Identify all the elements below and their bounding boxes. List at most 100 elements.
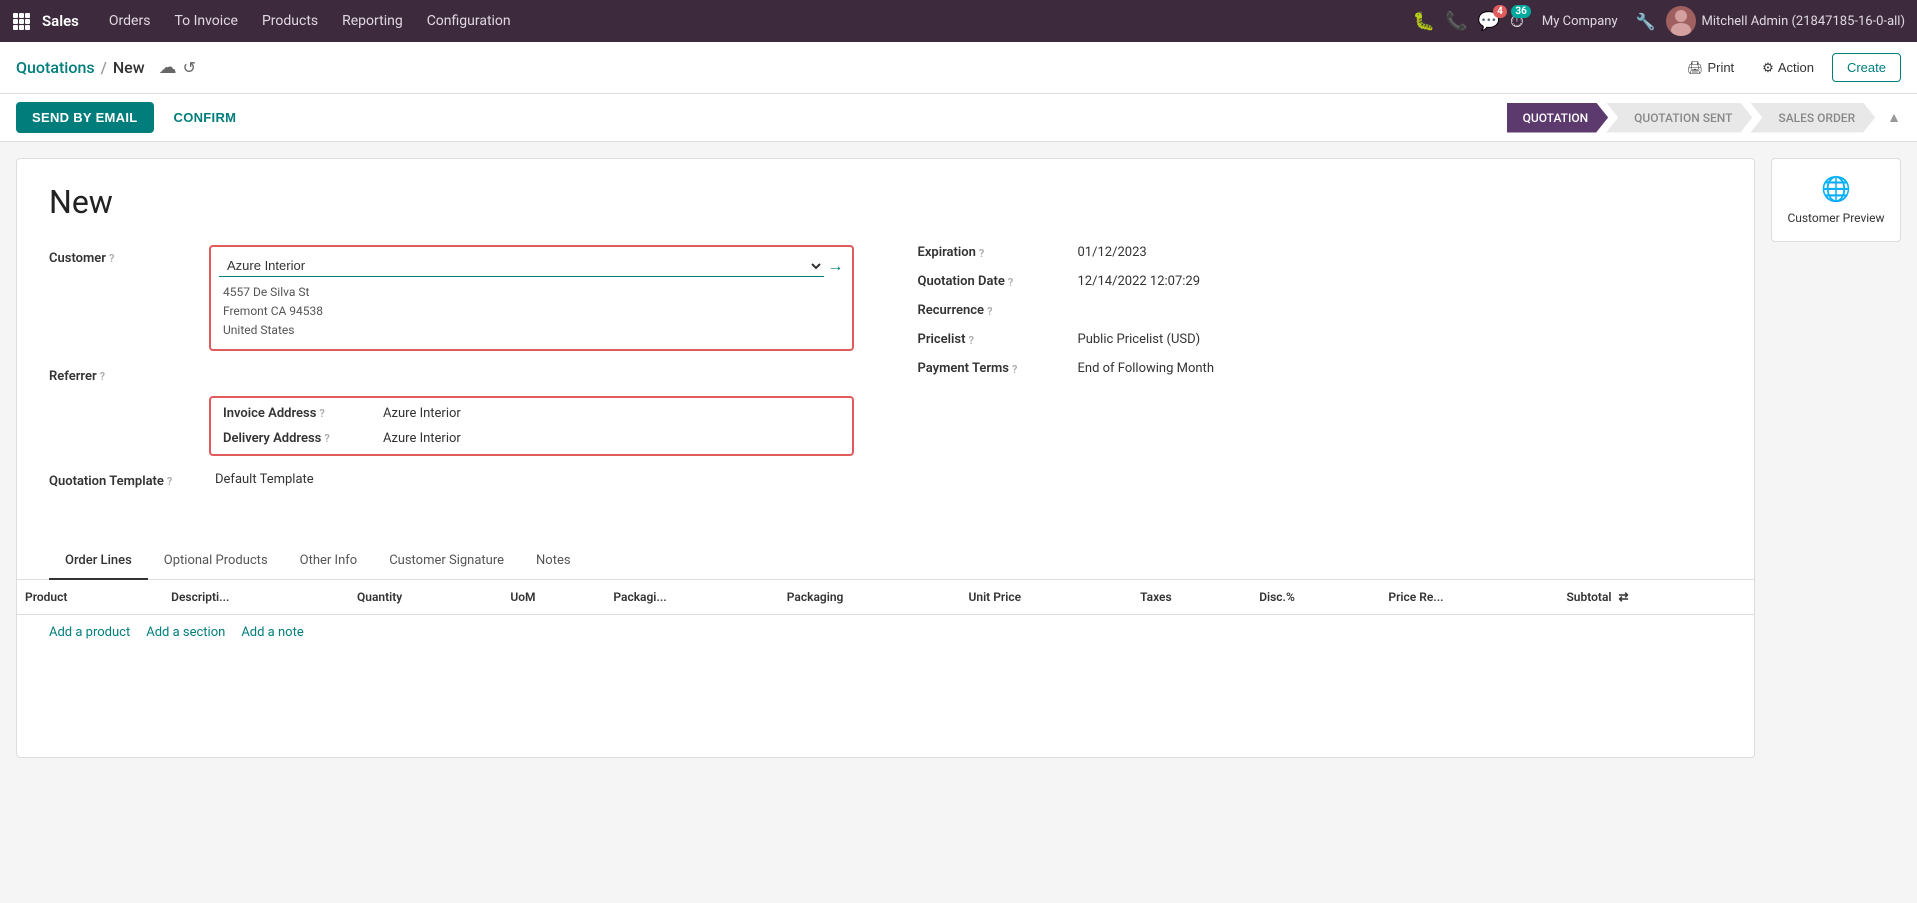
template-help-icon[interactable]: ? — [167, 475, 172, 488]
upload-icon[interactable]: ☁ — [159, 57, 177, 78]
payment-terms-help-icon[interactable]: ? — [1012, 363, 1017, 376]
user-menu[interactable]: Mitchell Admin (21847185-16-0-all) — [1666, 6, 1905, 36]
tab-optional-products[interactable]: Optional Products — [148, 543, 284, 580]
recurrence-row: Recurrence ? — [918, 303, 1723, 318]
col-packaging-qty: Packagi... — [605, 580, 778, 615]
pricelist-label: Pricelist ? — [918, 332, 1078, 347]
confirm-button[interactable]: CONFIRM — [162, 102, 249, 133]
expiration-value: 01/12/2023 — [1078, 245, 1147, 260]
nav-reporting[interactable]: Reporting — [332, 9, 413, 33]
col-packaging: Packaging — [779, 580, 961, 615]
pipeline-scroll-icon: ▲ — [1887, 109, 1901, 126]
quotation-template-label: Quotation Template ? — [49, 468, 209, 489]
main-content: New Customer ? Azure Interior → — [0, 142, 1917, 774]
recurrence-label: Recurrence ? — [918, 303, 1078, 318]
customer-label: Customer ? — [49, 245, 209, 266]
print-button[interactable]: 🖨 Print — [1677, 54, 1744, 82]
address-box: Invoice Address ? Azure Interior Deliver… — [209, 396, 854, 456]
invoice-address-row: Invoice Address ? Azure Interior — [223, 406, 840, 421]
recurrence-help-icon[interactable]: ? — [987, 305, 992, 318]
nav-configuration[interactable]: Configuration — [417, 9, 521, 33]
pricelist-value: Public Pricelist (USD) — [1078, 332, 1201, 347]
customer-select[interactable]: Azure Interior — [219, 255, 824, 277]
pricelist-row: Pricelist ? Public Pricelist (USD) — [918, 332, 1723, 347]
customer-preview-panel[interactable]: 🌐 Customer Preview — [1771, 158, 1901, 242]
breadcrumb: Quotations / New ☁ ↺ — [16, 57, 1669, 78]
globe-icon: 🌐 — [1821, 175, 1851, 203]
secondary-navbar: Quotations / New ☁ ↺ 🖨 Print ⚙ Action Cr… — [0, 42, 1917, 94]
send-email-button[interactable]: SEND BY EMAIL — [16, 102, 154, 133]
col-uom: UoM — [502, 580, 605, 615]
breadcrumb-parent[interactable]: Quotations — [16, 58, 95, 77]
chat-icon[interactable]: 💬4 — [1477, 11, 1499, 32]
customer-address: 4557 De Silva St Fremont CA 94538 United… — [219, 283, 844, 341]
invoice-address-value: Azure Interior — [383, 406, 461, 421]
referrer-help-icon[interactable]: ? — [100, 370, 105, 383]
clock-icon[interactable]: ⏱36 — [1510, 11, 1524, 32]
pipeline-step-sales-order[interactable]: SALES ORDER — [1750, 103, 1875, 133]
order-lines-table: Product Descripti... Quantity UoM Packag… — [17, 580, 1754, 615]
apps-grid-icon[interactable] — [12, 12, 30, 30]
pipeline-step-quotation[interactable]: QUOTATION — [1507, 103, 1609, 133]
customer-external-link-icon[interactable]: → — [828, 256, 844, 276]
add-product-link[interactable]: Add a product — [49, 625, 130, 640]
breadcrumb-current: New — [113, 58, 145, 77]
pipeline-step-quotation-sent[interactable]: QUOTATION SENT — [1606, 103, 1752, 133]
tab-notes[interactable]: Notes — [520, 543, 587, 580]
delivery-address-value: Azure Interior — [383, 431, 461, 446]
pricelist-help-icon[interactable]: ? — [968, 334, 973, 347]
address-label-spacer — [49, 396, 209, 456]
col-price-re: Price Re... — [1380, 580, 1558, 615]
top-navbar: Sales Orders To Invoice Products Reporti… — [0, 0, 1917, 42]
action-bar: SEND BY EMAIL CONFIRM QUOTATION QUOTATIO… — [0, 94, 1917, 142]
quotation-date-value: 12/14/2022 12:07:29 — [1078, 274, 1201, 289]
referrer-field-row: Referrer ? — [49, 363, 854, 384]
preview-label: Customer Preview — [1787, 211, 1884, 225]
col-disc: Disc.% — [1251, 580, 1380, 615]
gear-icon: ⚙ — [1762, 60, 1774, 76]
user-name: Mitchell Admin (21847185-16-0-all) — [1702, 14, 1905, 29]
add-note-link[interactable]: Add a note — [241, 625, 303, 640]
user-avatar — [1666, 6, 1696, 36]
payment-terms-row: Payment Terms ? End of Following Month — [918, 361, 1723, 376]
tab-order-lines[interactable]: Order Lines — [49, 543, 148, 580]
app-name[interactable]: Sales — [42, 12, 79, 30]
customer-field-row: Customer ? Azure Interior → 4557 De Silv… — [49, 245, 854, 351]
chat-badge: 4 — [1493, 5, 1507, 18]
bug-icon[interactable]: 🐛 — [1413, 11, 1435, 32]
tab-other-info[interactable]: Other Info — [284, 543, 374, 580]
referrer-value — [209, 363, 854, 371]
form-right: Expiration ? 01/12/2023 Quotation Date ?… — [886, 245, 1723, 503]
quotation-date-help-icon[interactable]: ? — [1008, 276, 1013, 289]
phone-icon[interactable]: 📞 — [1445, 11, 1467, 32]
nav-orders[interactable]: Orders — [99, 9, 161, 33]
form-left: Customer ? Azure Interior → 4557 De Silv… — [49, 245, 886, 503]
company-name: My Company — [1542, 14, 1618, 29]
customer-field-box: Azure Interior → 4557 De Silva St Fremon… — [209, 245, 854, 351]
create-button[interactable]: Create — [1832, 53, 1901, 82]
quotation-template-row: Quotation Template ? Default Template — [49, 468, 854, 491]
payment-terms-value: End of Following Month — [1078, 361, 1214, 376]
col-description: Descripti... — [163, 580, 349, 615]
subtotal-icon[interactable]: ⇄ — [1619, 590, 1629, 604]
clock-badge: 36 — [1511, 5, 1530, 18]
col-subtotal: Subtotal ⇄ — [1558, 580, 1754, 615]
tab-customer-signature[interactable]: Customer Signature — [373, 543, 520, 580]
wrench-icon[interactable]: 🔧 — [1636, 12, 1656, 31]
nav-to-invoice[interactable]: To Invoice — [164, 9, 248, 33]
quotation-template-value: Default Template — [209, 468, 854, 491]
nav-products[interactable]: Products — [252, 9, 328, 33]
customer-help-icon[interactable]: ? — [109, 252, 114, 265]
expiration-row: Expiration ? 01/12/2023 — [918, 245, 1723, 260]
add-section-link[interactable]: Add a section — [146, 625, 225, 640]
invoice-help-icon[interactable]: ? — [319, 407, 324, 420]
refresh-icon[interactable]: ↺ — [183, 58, 196, 77]
col-quantity: Quantity — [349, 580, 502, 615]
form-title: New — [49, 183, 1722, 221]
action-button[interactable]: ⚙ Action — [1752, 54, 1824, 82]
delivery-help-icon[interactable]: ? — [324, 432, 329, 445]
table-actions: Add a product Add a section Add a note — [17, 615, 1754, 650]
invoice-address-label: Invoice Address ? — [223, 406, 383, 421]
printer-icon: 🖨 — [1687, 60, 1704, 76]
expiration-help-icon[interactable]: ? — [979, 247, 984, 260]
